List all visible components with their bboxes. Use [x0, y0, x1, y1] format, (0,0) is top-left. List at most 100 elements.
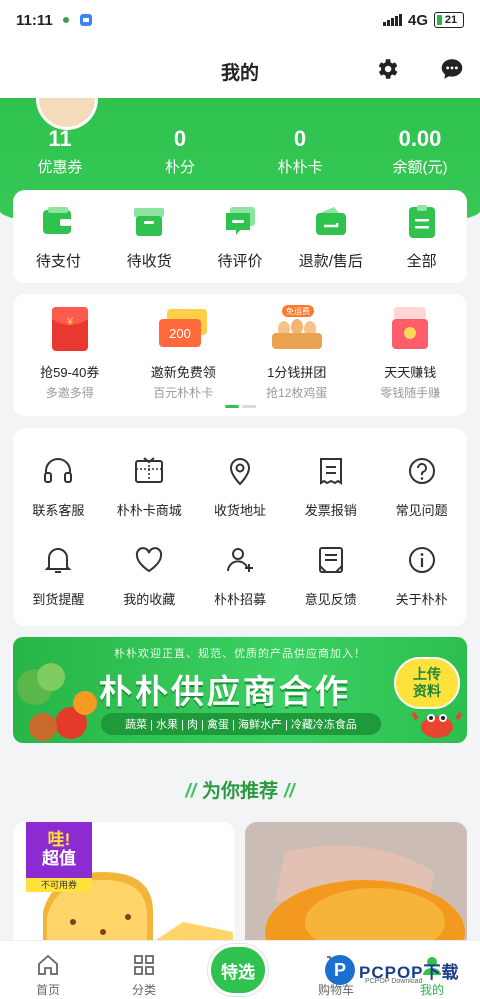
promo-title: 邀新免费领 [150, 365, 216, 380]
stat-coupons[interactable]: 11 优惠券 [0, 126, 120, 177]
svg-text:¥: ¥ [66, 316, 74, 328]
settings-gear-icon[interactable] [372, 54, 402, 84]
bell-icon [44, 548, 72, 573]
service-invoice[interactable]: 发票报销 [285, 442, 376, 531]
vegetables-illustration [17, 663, 97, 741]
service-feedback[interactable]: 意见反馈 [285, 531, 376, 620]
upload-button-line1: 上传 [413, 666, 441, 682]
grid-icon [134, 955, 154, 975]
stat-value: 11 [48, 126, 72, 151]
package-icon [134, 208, 165, 236]
promo-tag: 免运费 [286, 306, 310, 316]
service-customer-support[interactable]: 联系客服 [13, 442, 104, 531]
service-card-mall[interactable]: 朴朴卡商城 [104, 442, 195, 531]
order-pending-payment[interactable]: 待支付 [13, 204, 104, 283]
app-notification-icon [79, 14, 92, 26]
stat-value: 0 [173, 126, 187, 151]
pagination-dots [225, 405, 256, 408]
service-label: 发票报销 [304, 503, 357, 518]
question-icon [408, 458, 435, 484]
service-label: 朴朴卡商城 [116, 503, 182, 518]
service-label: 意见反馈 [304, 592, 357, 607]
deal-badge-note: 不可用券 [26, 878, 92, 892]
promo-coupon[interactable]: ¥ 抢59-40券 多邀多得 [13, 304, 127, 416]
battery-level: 21 [444, 14, 458, 26]
service-label: 我的收藏 [123, 592, 176, 607]
tab-label: 分类 [131, 983, 156, 997]
order-refund[interactable]: 退款/售后 [285, 204, 376, 283]
order-label: 全部 [406, 253, 437, 270]
heart-icon [136, 547, 163, 573]
promo-title: 抢59-40券 [40, 365, 100, 380]
watermark-logo: P [325, 955, 355, 985]
upload-button-line2: 资料 [413, 683, 441, 699]
tab-category[interactable]: 分类 [96, 941, 192, 999]
stat-balance[interactable]: 0.00 余额(元) [360, 126, 480, 177]
recruit-icon [226, 548, 253, 572]
product-image [245, 822, 467, 952]
message-icon[interactable] [437, 54, 467, 84]
service-label: 常见问题 [395, 503, 448, 518]
watermark: P PCPOP下载 PCPOP Download [325, 950, 475, 990]
promotions-card: ¥ 抢59-40券 多邀多得 200 邀新免费领 百元朴朴卡 免运费 1分钱拼团… [13, 294, 467, 416]
service-address[interactable]: 收货地址 [195, 442, 286, 531]
deal-badge: 哇! 超值 不可用券 [26, 822, 92, 892]
service-recruit[interactable]: 朴朴招募 [195, 531, 286, 620]
watermark-subtext: PCPOP Download [365, 978, 423, 985]
service-label: 到货提醒 [32, 592, 85, 607]
deal-badge-line2: 超值 [42, 849, 76, 868]
service-arrival-reminder[interactable]: 到货提醒 [13, 531, 104, 620]
tab-home[interactable]: 首页 [0, 941, 96, 999]
promo-group-buy[interactable]: 免运费 1分钱拼团 抢12枚鸡蛋 [240, 304, 354, 416]
refund-icon [315, 207, 346, 235]
order-pending-receipt[interactable]: 待收货 [104, 204, 195, 283]
recommend-title-text: 为你推荐 [201, 781, 278, 802]
service-label: 朴朴招募 [213, 592, 266, 607]
supplier-banner[interactable]: 朴朴欢迎正直、规范、优质的产品供应商加入！ 朴朴供应商合作 蔬菜 | 水果 | … [13, 637, 467, 743]
tab-featured[interactable]: 特选 [208, 944, 268, 996]
services-card: 联系客服 朴朴卡商城 收货地址 发票报销 常见问题 到货提醒 我的收藏 朴朴招募… [13, 428, 467, 626]
order-all[interactable]: 全部 [376, 204, 467, 283]
promo-title: 天天赚钱 [384, 365, 437, 380]
promo-earn[interactable]: 天天赚钱 零钱随手赚 [354, 304, 468, 416]
service-label: 联系客服 [32, 503, 85, 518]
signal-icon [382, 14, 402, 26]
stat-label: 余额(元) [392, 159, 448, 176]
product-card[interactable]: 哇! 超值 不可用券 [13, 822, 235, 952]
service-about[interactable]: 关于朴朴 [376, 531, 467, 620]
status-bar: 11:11 4G 21 [0, 0, 480, 40]
stat-value: 0.00 [398, 126, 442, 151]
network-type: 4G [407, 11, 428, 29]
banner-categories: 蔬菜 | 水果 | 肉 | 禽蛋 | 海鲜水产 | 冷藏冷冻食品 [101, 713, 381, 735]
order-label: 待评价 [217, 253, 263, 270]
stat-cards[interactable]: 0 朴朴卡 [240, 126, 360, 177]
battery-icon: 21 [434, 12, 464, 28]
featured-label: 特选 [221, 962, 255, 982]
order-label: 待收货 [126, 253, 172, 270]
stat-label: 优惠券 [37, 159, 83, 176]
gift-icon [135, 457, 164, 483]
gift-card-icon: 200 [159, 309, 208, 347]
order-label: 待支付 [35, 253, 81, 270]
stat-points[interactable]: 0 朴分 [120, 126, 240, 177]
decor-slash-left: // [185, 781, 196, 802]
status-time: 11:11 [16, 11, 53, 29]
promo-title: 1分钱拼团 [267, 365, 327, 380]
account-stats: 11 优惠券 0 朴分 0 朴朴卡 0.00 余额(元) [0, 126, 480, 177]
tab-label: 首页 [35, 983, 60, 997]
header: 我的 [0, 40, 480, 98]
notification-icon [62, 17, 69, 23]
order-label: 退款/售后 [298, 253, 363, 270]
stat-value: 0 [293, 126, 307, 151]
service-label: 关于朴朴 [395, 592, 448, 607]
promo-invite[interactable]: 200 邀新免费领 百元朴朴卡 [127, 304, 241, 416]
stat-label: 朴分 [164, 159, 195, 176]
service-favorites[interactable]: 我的收藏 [104, 531, 195, 620]
banner-title: 朴朴供应商合作 [99, 673, 351, 710]
promo-tag: 200 [169, 326, 191, 341]
promo-subtitle: 多邀多得 [45, 386, 94, 400]
product-card[interactable] [245, 822, 467, 952]
banner-subtitle: 朴朴欢迎正直、规范、优质的产品供应商加入！ [114, 648, 366, 660]
order-pending-review[interactable]: 待评价 [195, 204, 286, 283]
service-faq[interactable]: 常见问题 [376, 442, 467, 531]
